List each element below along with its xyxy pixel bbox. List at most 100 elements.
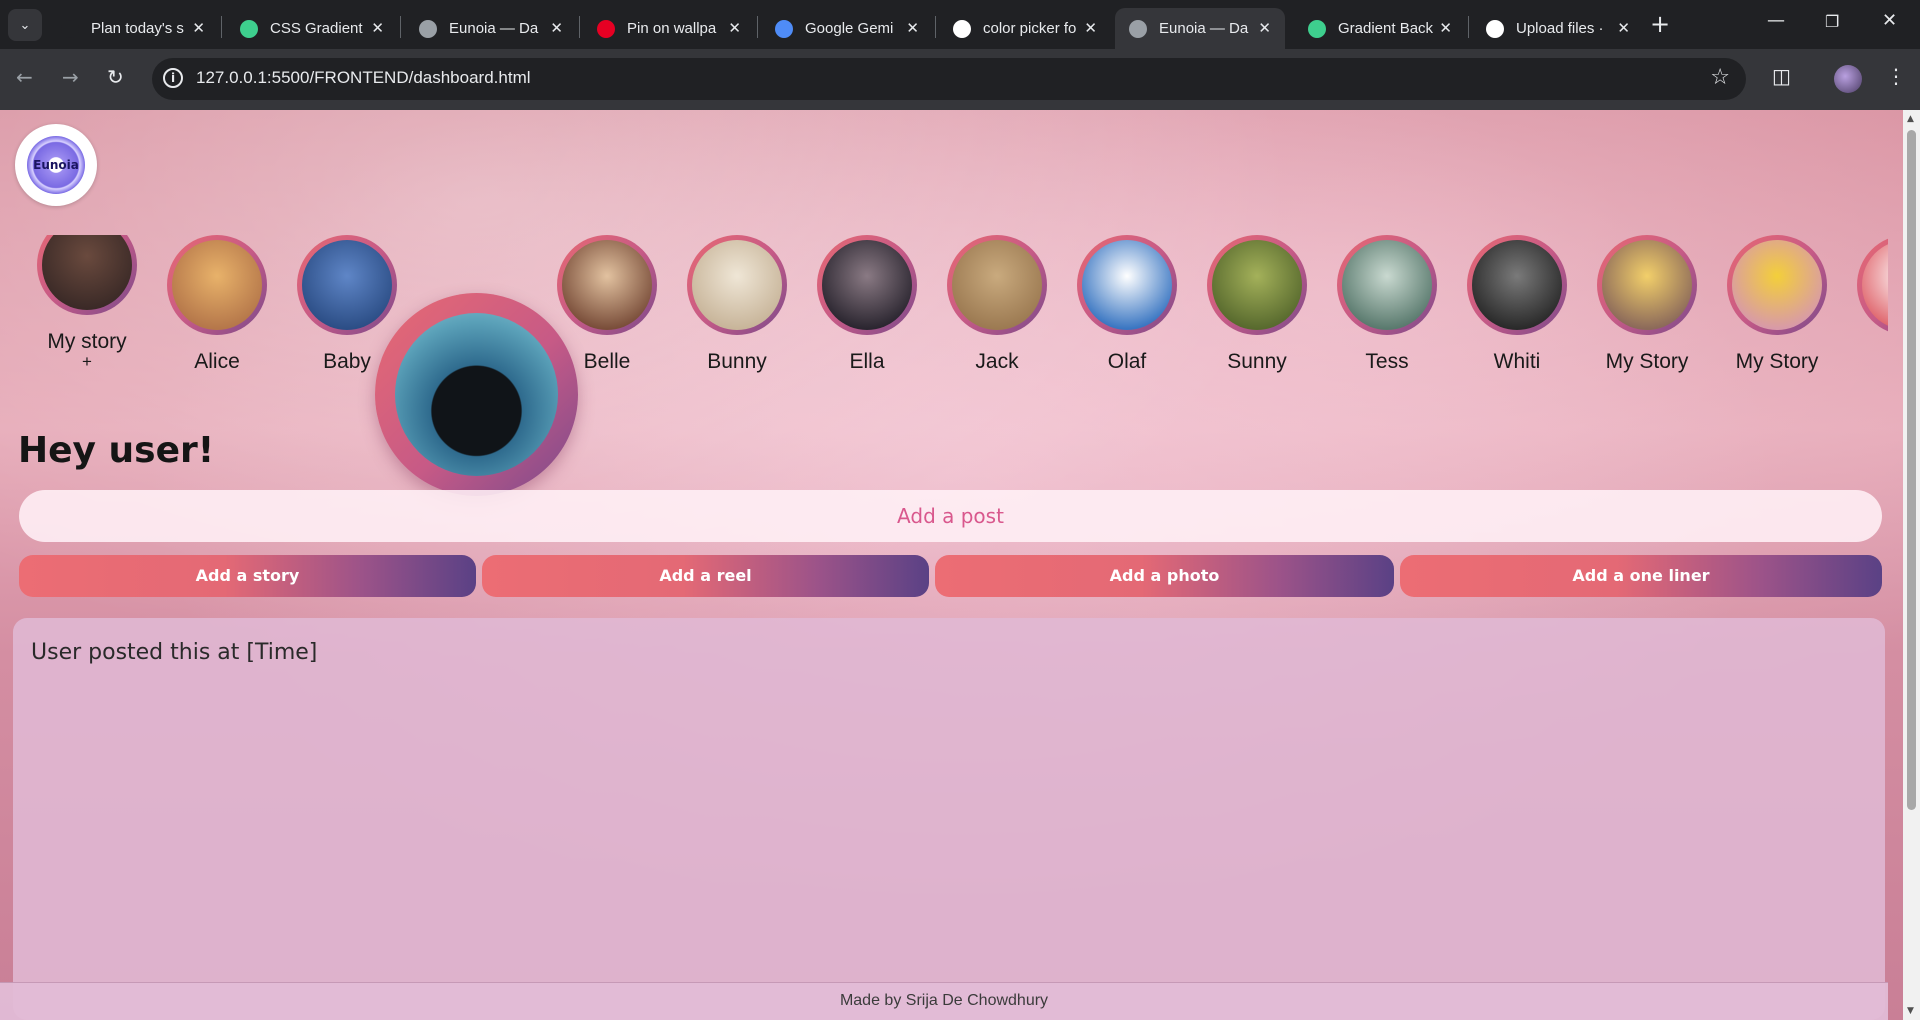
arrow-right-icon: → (62, 65, 79, 89)
page-viewport: Eunoia My story + Alice Baby Belle Bunny Ella J… (0, 110, 1920, 1020)
story-item[interactable]: Alice (162, 235, 272, 373)
close-tab-icon[interactable]: ✕ (1258, 19, 1271, 37)
tab-title: Google Gemi (805, 20, 894, 37)
browser-tab[interactable]: Google Gemi ✕ (761, 8, 933, 49)
story-name: Ella (849, 350, 885, 373)
globe-icon (1129, 19, 1147, 38)
add-story-button[interactable]: Add a story (19, 555, 476, 597)
browser-tab[interactable]: Gradient Back ✕ (1294, 8, 1466, 49)
page-scrollbar[interactable]: ▲ ▼ (1903, 110, 1920, 1020)
forward-button[interactable]: → (62, 65, 79, 89)
browser-tab[interactable]: CSS Gradient ✕ (226, 8, 398, 49)
add-photo-button[interactable]: Add a photo (935, 555, 1394, 597)
story-avatar (822, 240, 912, 330)
scroll-up-icon[interactable]: ▲ (1907, 114, 1914, 124)
extensions-icon[interactable]: ◫ (1772, 64, 1791, 88)
scroll-thumb[interactable] (1907, 130, 1916, 810)
profile-avatar[interactable] (1834, 65, 1862, 93)
story-avatar-ring (1727, 235, 1827, 335)
featured-story[interactable] (375, 293, 578, 496)
post-meta-text: User posted this at [Time] (31, 640, 318, 665)
reload-button[interactable]: ↻ (107, 65, 124, 89)
story-item[interactable]: Ella (812, 235, 922, 373)
story-avatar (42, 235, 132, 310)
browser-tab[interactable]: Pin on wallpa ✕ (583, 8, 755, 49)
browser-tab[interactable]: Plan today's s ✕ (47, 8, 219, 49)
site-info-icon[interactable]: i (163, 68, 183, 88)
story-avatar (172, 240, 262, 330)
story-avatar (302, 240, 392, 330)
reload-icon: ↻ (107, 65, 124, 89)
google-icon (953, 19, 971, 38)
close-tab-icon[interactable]: ✕ (550, 19, 563, 37)
scroll-down-icon[interactable]: ▼ (1907, 1006, 1914, 1016)
browser-tab[interactable]: Eunoia — Da ✕ (1115, 8, 1285, 49)
story-item[interactable]: Sunny (1202, 235, 1312, 373)
tab-separator (221, 16, 222, 38)
restore-button[interactable]: ❐ (1825, 12, 1839, 31)
minimize-button[interactable]: — (1767, 10, 1785, 31)
add-reel-button[interactable]: Add a reel (482, 555, 929, 597)
story-name: My Story (1735, 350, 1819, 373)
close-tab-icon[interactable]: ✕ (371, 19, 384, 37)
menu-kebab-icon[interactable]: ⋮ (1886, 64, 1906, 88)
footer: Made by Srija De Chowdhury (0, 982, 1888, 1020)
bookmark-star-icon[interactable]: ☆ (1710, 65, 1730, 90)
tab-title: Upload files · (1516, 20, 1604, 37)
story-item[interactable]: My (1852, 235, 1888, 373)
new-tab-button[interactable]: + (1650, 11, 1670, 37)
browser-tab[interactable]: Eunoia — Da ✕ (405, 8, 577, 49)
featured-story-image (395, 313, 558, 476)
browser-tab-bar: ⌄ Plan today's s ✕ CSS Gradient ✕ Eunoia — D… (0, 0, 1920, 49)
arrow-left-icon: ← (16, 65, 33, 89)
tab-title: Plan today's s (91, 20, 184, 37)
logo-text: Eunoia (33, 158, 79, 172)
close-tab-icon[interactable]: ✕ (192, 19, 205, 37)
story-name: Bunny (707, 350, 767, 373)
story-avatar-ring (1857, 235, 1888, 335)
story-item[interactable]: Jack (942, 235, 1052, 373)
close-window-button[interactable]: ✕ (1882, 10, 1897, 31)
browser-tab[interactable]: color picker fo ✕ (939, 8, 1111, 49)
browser-toolbar: ← → ↻ i 127.0.0.1:5500/FRONTEND/dashboar… (0, 49, 1920, 110)
close-tab-icon[interactable]: ✕ (728, 19, 741, 37)
story-item[interactable]: My Story (1592, 235, 1702, 373)
close-tab-icon[interactable]: ✕ (1617, 19, 1630, 37)
stories-row: My story + Alice Baby Belle Bunny Ella Jack Olaf… (0, 235, 1888, 395)
add-one-liner-button[interactable]: Add a one liner (1400, 555, 1882, 597)
gemini-icon (775, 19, 793, 38)
story-avatar (1732, 240, 1822, 330)
browser-tab[interactable]: Upload files · ✕ (1472, 8, 1644, 49)
add-post-input[interactable]: Add a post (19, 490, 1882, 542)
story-item[interactable]: Whiti (1462, 235, 1572, 373)
eunoia-logo[interactable]: Eunoia (15, 124, 97, 206)
story-item[interactable]: My Story (1722, 235, 1832, 373)
address-url[interactable]: 127.0.0.1:5500/FRONTEND/dashboard.html (196, 68, 531, 88)
tab-separator (1468, 16, 1469, 38)
address-bar[interactable]: i 127.0.0.1:5500/FRONTEND/dashboard.html… (152, 58, 1746, 100)
back-button[interactable]: ← (16, 65, 33, 89)
close-tab-icon[interactable]: ✕ (906, 19, 919, 37)
story-item[interactable]: My story + (32, 235, 142, 371)
story-avatar (1212, 240, 1302, 330)
story-avatar (1342, 240, 1432, 330)
globe-icon (419, 19, 437, 38)
story-item[interactable]: Bunny (682, 235, 792, 373)
close-tab-icon[interactable]: ✕ (1439, 19, 1452, 37)
story-item[interactable]: Tess (1332, 235, 1442, 373)
story-name: Whiti (1493, 350, 1541, 373)
close-tab-icon[interactable]: ✕ (1084, 19, 1097, 37)
story-item[interactable]: Olaf (1072, 235, 1182, 373)
story-avatar-ring (1077, 235, 1177, 335)
story-avatar-ring (167, 235, 267, 335)
story-name: Tess (1365, 350, 1409, 373)
story-name: My story (47, 330, 127, 353)
tab-title: Eunoia — Da (449, 20, 539, 37)
tab-search-button[interactable]: ⌄ (8, 9, 42, 41)
tab-title: Pin on wallpa (627, 20, 717, 37)
story-avatar-ring (1467, 235, 1567, 335)
story-name: Sunny (1227, 350, 1287, 373)
story-avatar (692, 240, 782, 330)
tab-separator (935, 16, 936, 38)
add-story-plus[interactable]: + (32, 353, 142, 371)
